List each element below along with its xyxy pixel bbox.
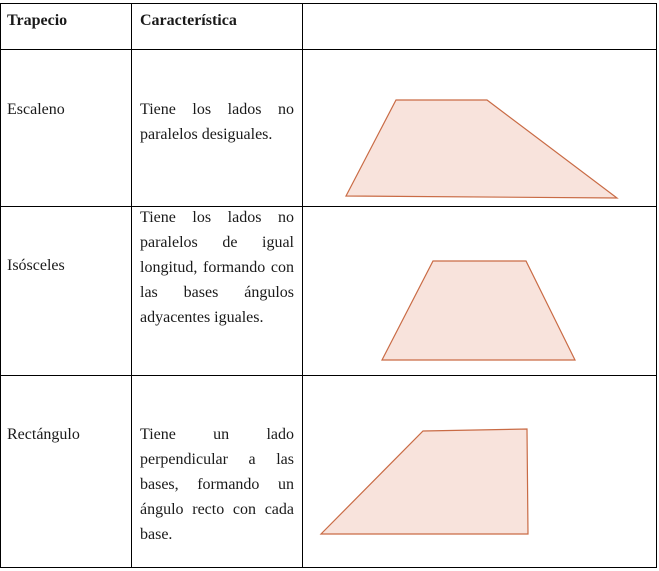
- scalene-trapezoid-shape: [345, 99, 619, 199]
- row-name-isosceles: Isósceles: [7, 257, 65, 274]
- row-description-escaleno: Tiene los lados no paralelos desiguales.: [140, 101, 294, 143]
- header-caracteristica: Característica: [140, 12, 237, 29]
- row-description-rectangulo: Tiene un lado perpendicular a las bases,…: [140, 426, 294, 543]
- row-name-escaleno: Escaleno: [7, 101, 65, 118]
- row-name-rectangulo: Rectángulo: [7, 426, 80, 443]
- isosceles-trapezoid-shape: [381, 260, 576, 361]
- row-description-isosceles: Tiene los lados no paralelos de igual lo…: [140, 209, 294, 326]
- right-trapezoid-shape: [319, 428, 529, 535]
- header-trapecio: Trapecio: [7, 12, 68, 29]
- table-grid: [0, 3, 657, 568]
